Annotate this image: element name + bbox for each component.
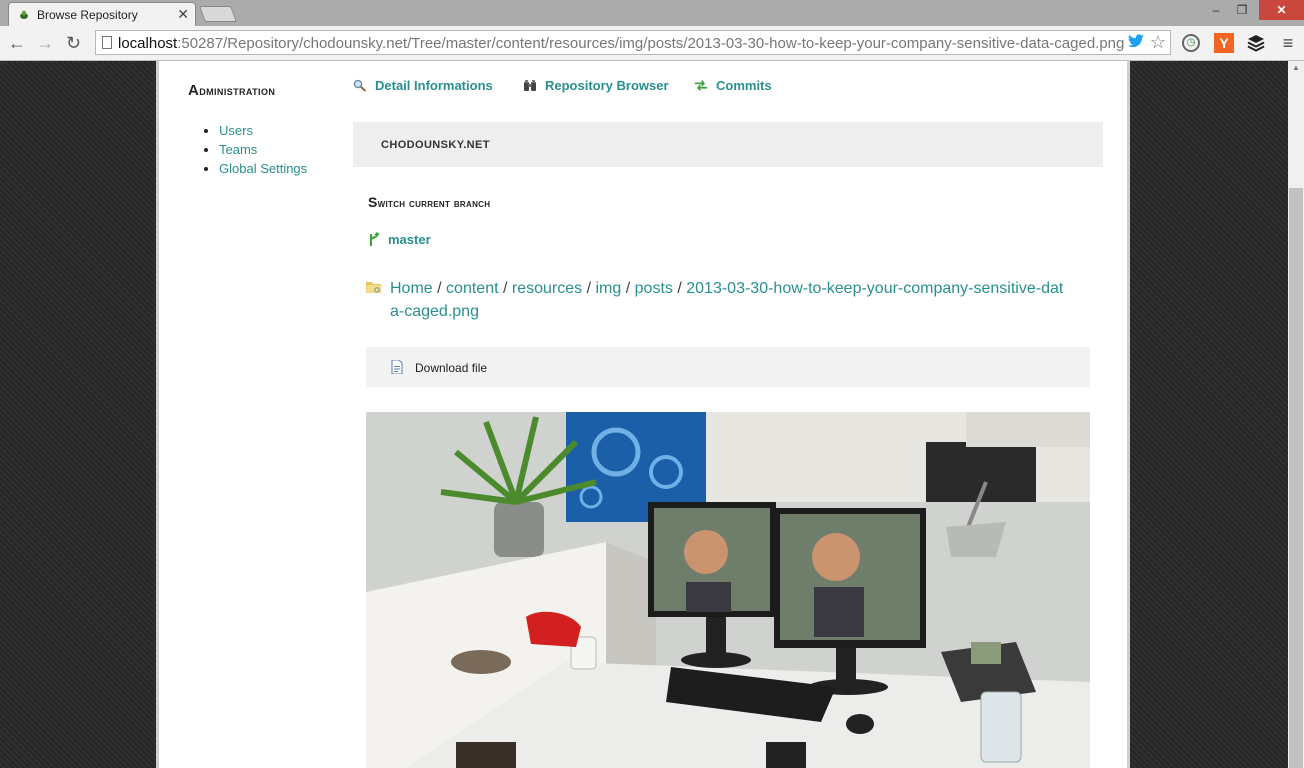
users-link[interactable]: Users [219, 123, 253, 138]
url-text[interactable]: localhost:50287/Repository/chodounsky.ne… [118, 35, 1128, 52]
favicon-icon [20, 10, 28, 19]
folder-icon [366, 282, 382, 293]
detail-informations-link[interactable]: Detail Informations [353, 78, 493, 93]
tab-title: Browse Repository [37, 8, 138, 22]
branch-link-master[interactable]: master [368, 232, 431, 247]
tab-close-icon[interactable]: ✕ [177, 6, 189, 23]
back-button[interactable]: ← [8, 33, 26, 54]
twitter-icon[interactable] [1128, 34, 1144, 48]
breadcrumb-separator: / [625, 280, 631, 297]
breadcrumb-separator: / [437, 280, 442, 297]
breadcrumb-separator: / [586, 280, 592, 297]
minimize-button[interactable]: – [1206, 0, 1226, 20]
commits-link[interactable]: Commits [694, 78, 772, 93]
page-background: Administration Users Teams Global Settin… [0, 61, 1288, 768]
office-desk-photo [366, 412, 1090, 768]
commits-icon [694, 80, 708, 91]
main-content: Administration Users Teams Global Settin… [156, 61, 1130, 768]
switch-branch-heading: Switch current branch [368, 194, 491, 210]
menu-icon[interactable]: ≡ [1278, 33, 1298, 53]
reload-button[interactable]: ↻ [66, 33, 81, 54]
maximize-button[interactable]: ❐ [1232, 0, 1252, 20]
url-path: :50287/Repository/chodounsky.net/Tree/ma… [177, 35, 1125, 52]
vertical-scrollbar[interactable]: ▲ [1288, 61, 1304, 768]
buffer-icon[interactable] [1246, 33, 1266, 53]
admin-item-users: Users [219, 123, 307, 142]
repository-name: CHODOUNSKY.NET [381, 139, 490, 151]
forward-button[interactable]: → [36, 33, 54, 54]
admin-item-teams: Teams [219, 142, 307, 161]
administration-menu: Users Teams Global Settings [201, 123, 307, 180]
download-bar: Download file [366, 347, 1090, 387]
repository-header: CHODOUNSKY.NET [353, 122, 1103, 167]
clock-icon[interactable]: ◷ [1182, 34, 1200, 52]
administration-heading: Administration [188, 82, 276, 99]
magnifier-icon [353, 79, 367, 92]
breadcrumb-posts[interactable]: posts [635, 280, 673, 297]
scrollbar-thumb[interactable] [1289, 188, 1303, 768]
branch-icon [370, 232, 380, 246]
download-file-icon [391, 360, 403, 374]
global-settings-link[interactable]: Global Settings [219, 161, 307, 176]
breadcrumb-separator: / [677, 280, 682, 297]
breadcrumb-separator: / [502, 280, 508, 297]
download-file-link[interactable]: Download file [415, 361, 487, 375]
browser-titlebar: Browse Repository ✕ – ❐ ✕ [0, 0, 1304, 26]
y-icon[interactable]: Y [1214, 33, 1234, 53]
teams-link[interactable]: Teams [219, 142, 257, 157]
repository-browser-link[interactable]: Repository Browser [523, 78, 669, 93]
page-icon [102, 36, 112, 49]
new-tab-button[interactable] [199, 6, 237, 22]
breadcrumb-content[interactable]: content [446, 280, 498, 297]
browser-tab[interactable]: Browse Repository ✕ [8, 2, 196, 26]
breadcrumb-home[interactable]: Home [390, 280, 433, 297]
breadcrumb-path: Home / content / resources / img / posts… [390, 277, 1070, 323]
browser-toolbar: ← → ↻ localhost:50287/Repository/chodoun… [0, 26, 1304, 61]
window-close-button[interactable]: ✕ [1259, 0, 1304, 20]
scroll-up-icon[interactable]: ▲ [1292, 63, 1300, 72]
admin-item-global-settings: Global Settings [219, 161, 307, 180]
address-bar[interactable]: localhost:50287/Repository/chodounsky.ne… [95, 30, 1171, 55]
breadcrumb-img[interactable]: img [596, 280, 622, 297]
url-host: localhost [118, 35, 178, 52]
binoculars-icon [524, 80, 536, 91]
breadcrumb-resources[interactable]: resources [512, 280, 582, 297]
star-icon[interactable]: ☆ [1150, 32, 1166, 53]
image-preview [366, 412, 1090, 768]
